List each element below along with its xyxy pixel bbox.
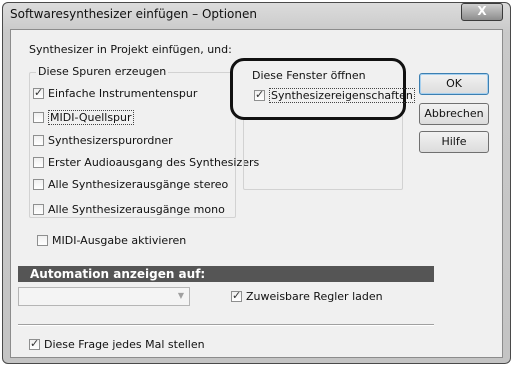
checkbox-diese-frage[interactable]: Diese Frage jedes Mal stellen <box>29 337 205 351</box>
checkbox-icon[interactable] <box>254 88 265 101</box>
checkbox-label: Alle Synthesizerausgänge stereo <box>48 178 229 191</box>
chevron-down-icon: ▼ <box>177 291 184 300</box>
close-button[interactable]: X <box>461 3 503 21</box>
window-title: Softwaresynthesizer einfügen – Optionen <box>10 7 257 21</box>
checkbox-icon[interactable] <box>33 204 44 215</box>
checkbox-synthesizereigenschaften[interactable]: Synthesizereigenschaften <box>254 88 415 103</box>
divider <box>18 324 434 326</box>
checkbox-midi-ausgabe[interactable]: MIDI-Ausgabe aktivieren <box>37 234 186 247</box>
insert-label: Synthesizer in Projekt einfügen, und: <box>29 43 232 56</box>
checkbox-label: Erster Audioausgang des Synthesizers <box>48 156 260 169</box>
checkbox-synthesizerspurordner[interactable]: Synthesizerspurordner <box>33 134 173 147</box>
checkbox-label: MIDI-Ausgabe aktivieren <box>52 234 187 247</box>
checkbox-label: Diese Frage jedes Mal stellen <box>44 338 205 351</box>
checkbox-label: Zuweisbare Regler laden <box>246 290 383 303</box>
help-button[interactable]: Hilfe <box>419 131 489 153</box>
checkbox-einfache-instrumentenspur[interactable]: Einfache Instrumentenspur <box>33 86 198 100</box>
close-icon: X <box>477 4 487 18</box>
windows-group-title: Diese Fenster öffnen <box>252 69 366 82</box>
checkbox-icon[interactable] <box>33 86 44 99</box>
automation-select[interactable]: ▼ <box>18 287 190 306</box>
checkbox-label: Synthesizereigenschaften <box>269 88 415 103</box>
checkbox-label: Einfache Instrumentenspur <box>48 87 198 100</box>
ok-button[interactable]: OK <box>419 73 489 95</box>
checkbox-icon[interactable] <box>231 289 242 302</box>
checkbox-icon[interactable] <box>33 135 44 146</box>
checkbox-erster-audioausgang[interactable]: Erster Audioausgang des Synthesizers <box>33 156 259 169</box>
automation-header: Automation anzeigen auf: <box>18 266 434 282</box>
checkbox-icon[interactable] <box>33 112 44 123</box>
checkbox-alle-stereo[interactable]: Alle Synthesizerausgänge stereo <box>33 178 228 191</box>
checkbox-label: MIDI-Quellspur <box>48 110 134 125</box>
checkbox-icon[interactable] <box>37 235 48 246</box>
checkbox-label: Alle Synthesizerausgänge mono <box>48 203 225 216</box>
tracks-group-title: Diese Spuren erzeugen <box>36 65 169 78</box>
checkbox-midi-quellspur[interactable]: MIDI-Quellspur <box>33 110 134 125</box>
checkbox-icon[interactable] <box>33 157 44 168</box>
checkbox-label: Synthesizerspurordner <box>48 134 173 147</box>
checkbox-zuweisbare-regler[interactable]: Zuweisbare Regler laden <box>231 289 383 303</box>
checkbox-icon[interactable] <box>29 337 40 350</box>
checkbox-icon[interactable] <box>33 179 44 190</box>
checkbox-alle-mono[interactable]: Alle Synthesizerausgänge mono <box>33 203 225 216</box>
cancel-button[interactable]: Abbrechen <box>419 103 489 125</box>
